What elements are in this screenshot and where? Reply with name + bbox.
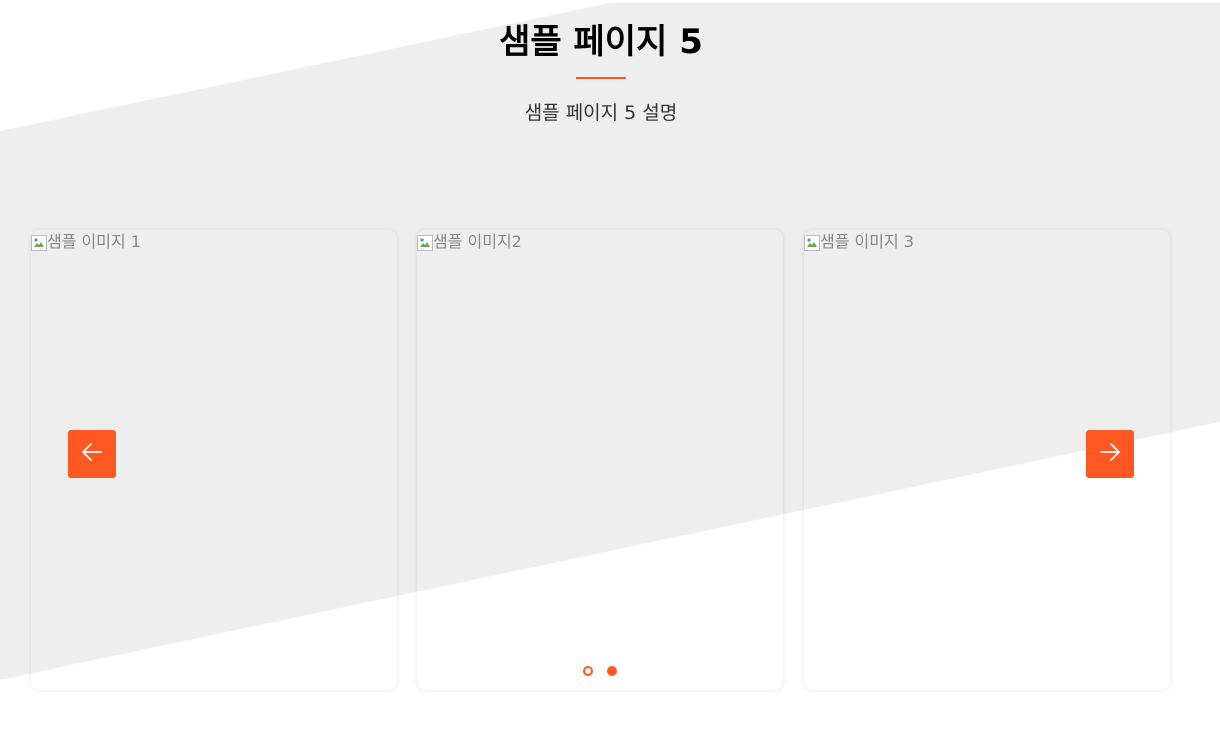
card-2[interactable]: 샘플 이미지2 [417,230,783,690]
carousel-prev-button[interactable] [68,430,116,478]
card-image-alt-3: 샘플 이미지 3 [820,232,914,251]
card-image-3: 샘플 이미지 3 [804,230,914,254]
page-title: 샘플 페이지 5 [499,22,703,62]
pagination-dot-1[interactable] [583,666,593,676]
pagination-dot-2[interactable] [607,666,617,676]
carousel-next-button[interactable] [1086,430,1134,478]
card-image-1: 샘플 이미지 1 [31,230,141,254]
card-image-alt-2: 샘플 이미지2 [433,232,522,251]
card-image-2: 샘플 이미지2 [417,230,522,254]
broken-image-icon [31,234,47,251]
card-image-alt-1: 샘플 이미지 1 [47,232,141,251]
title-underline [576,77,626,79]
page-description: 샘플 페이지 5 설명 [524,102,678,124]
broken-image-icon [417,234,433,251]
broken-image-icon [804,234,820,251]
arrow-left-icon [80,440,104,468]
arrow-right-icon [1098,440,1122,468]
carousel-pagination [583,666,617,676]
